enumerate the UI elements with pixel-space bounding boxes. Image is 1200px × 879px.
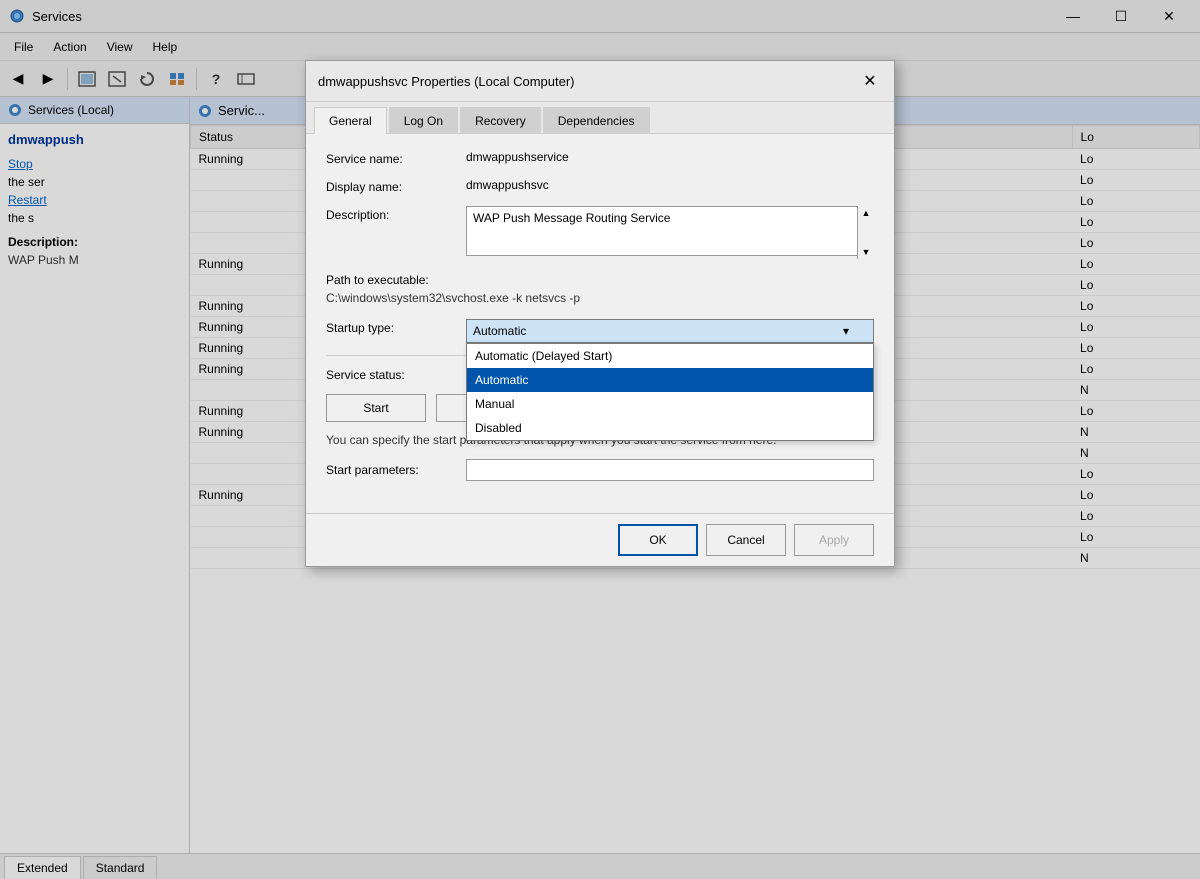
startup-dropdown-list: Automatic (Delayed Start) Automatic Manu… [466, 343, 874, 441]
dialog-overlay: dmwappushsvc Properties (Local Computer)… [0, 0, 1200, 879]
path-value: C:\windows\system32\svchost.exe -k netsv… [326, 291, 874, 305]
option-delayed[interactable]: Automatic (Delayed Start) [467, 344, 873, 368]
path-label: Path to executable: [326, 271, 874, 287]
startup-dropdown[interactable]: Automatic ▾ [466, 319, 874, 343]
tab-general[interactable]: General [314, 107, 387, 134]
display-name-value: dmwappushsvc [466, 178, 874, 192]
dialog-title-bar: dmwappushsvc Properties (Local Computer)… [306, 61, 894, 102]
start-params-input[interactable] [466, 459, 874, 481]
tab-recovery[interactable]: Recovery [460, 107, 541, 134]
description-wrapper: ▲ ▼ [466, 206, 874, 259]
description-form-label: Description: [326, 206, 466, 222]
option-automatic[interactable]: Automatic [467, 368, 873, 392]
dialog-body: Service name: dmwappushservice Display n… [306, 134, 894, 513]
dialog-tabs: General Log On Recovery Dependencies [306, 102, 894, 134]
startup-dropdown-container: Automatic ▾ Automatic (Delayed Start) Au… [466, 319, 874, 343]
tab-logon[interactable]: Log On [389, 107, 458, 134]
dialog-title: dmwappushsvc Properties (Local Computer) [318, 74, 858, 89]
start-params-label: Start parameters: [326, 463, 466, 477]
display-name-label: Display name: [326, 178, 466, 194]
dialog-footer: OK Cancel Apply [306, 513, 894, 566]
description-textarea[interactable] [466, 206, 874, 256]
cancel-button[interactable]: Cancel [706, 524, 786, 556]
ok-button[interactable]: OK [618, 524, 698, 556]
start-params-row: Start parameters: [326, 459, 874, 481]
startup-type-label: Startup type: [326, 319, 466, 335]
service-name-label: Service name: [326, 150, 466, 166]
apply-button[interactable]: Apply [794, 524, 874, 556]
description-row: Description: ▲ ▼ [326, 206, 874, 259]
service-name-value: dmwappushservice [466, 150, 874, 164]
service-status-label: Service status: [326, 366, 466, 382]
start-button[interactable]: Start [326, 394, 426, 422]
properties-dialog: dmwappushsvc Properties (Local Computer)… [305, 60, 895, 567]
option-manual[interactable]: Manual [467, 392, 873, 416]
option-disabled[interactable]: Disabled [467, 416, 873, 440]
description-scrollbar[interactable]: ▲ ▼ [857, 206, 874, 259]
startup-type-row: Startup type: Automatic ▾ Automatic (Del… [326, 319, 874, 343]
display-name-row: Display name: dmwappushsvc [326, 178, 874, 194]
startup-selected-value: Automatic [473, 324, 526, 338]
service-name-row: Service name: dmwappushservice [326, 150, 874, 166]
dropdown-arrow-icon: ▾ [843, 324, 849, 338]
tab-dependencies[interactable]: Dependencies [543, 107, 650, 134]
path-section: Path to executable: C:\windows\system32\… [326, 271, 874, 305]
dialog-close-button[interactable]: ✕ [858, 69, 882, 93]
